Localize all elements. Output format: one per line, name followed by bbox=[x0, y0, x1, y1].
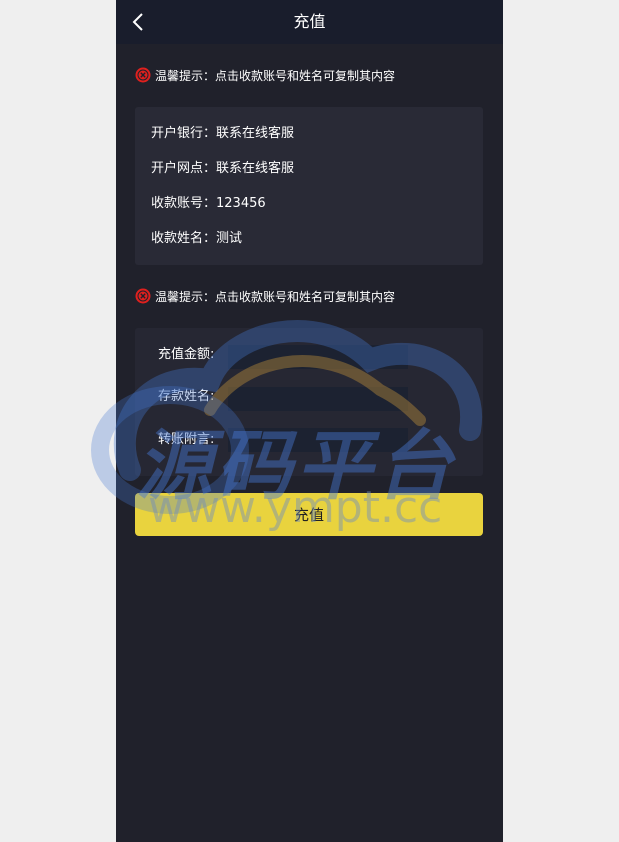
branch-row: 开户网点：联系在线客服 bbox=[151, 161, 295, 176]
account-row[interactable]: 收款账号：123456 bbox=[151, 194, 266, 214]
tip-row: 温馨提示：点击收款账号和姓名可复制其内容 bbox=[135, 287, 395, 305]
note-label: 转账附言: bbox=[158, 432, 215, 447]
bank-row: 开户银行：联系在线客服 bbox=[151, 126, 295, 141]
depositor-name-input[interactable] bbox=[228, 387, 408, 411]
page-title: 充值 bbox=[293, 12, 326, 31]
depositor-label: 存款姓名: bbox=[158, 389, 215, 404]
transfer-note-input[interactable] bbox=[228, 428, 408, 452]
amount-label: 充值金额: bbox=[158, 347, 215, 362]
header-bar: 充值 bbox=[116, 0, 503, 44]
recharge-form: 充值金额: 存款姓名: 转账附言: bbox=[135, 328, 483, 476]
payee-name-row[interactable]: 收款姓名：测试 bbox=[151, 229, 242, 249]
recharge-screen: 充值 温馨提示：点击收款账号和姓名可复制其内容 开户银行：联系在线客服 开户网点… bbox=[116, 0, 503, 842]
tip-row: 温馨提示：点击收款账号和姓名可复制其内容 bbox=[135, 66, 395, 84]
amount-input[interactable] bbox=[228, 345, 408, 369]
tip-text: 温馨提示：点击收款账号和姓名可复制其内容 bbox=[155, 289, 396, 304]
close-circle-icon bbox=[135, 67, 151, 83]
tip-text: 温馨提示：点击收款账号和姓名可复制其内容 bbox=[155, 68, 396, 83]
close-circle-icon bbox=[135, 288, 151, 304]
bank-info-card: 开户银行：联系在线客服 开户网点：联系在线客服 收款账号：123456 收款姓名… bbox=[135, 107, 483, 265]
recharge-submit-button[interactable]: 充值 bbox=[135, 493, 483, 536]
